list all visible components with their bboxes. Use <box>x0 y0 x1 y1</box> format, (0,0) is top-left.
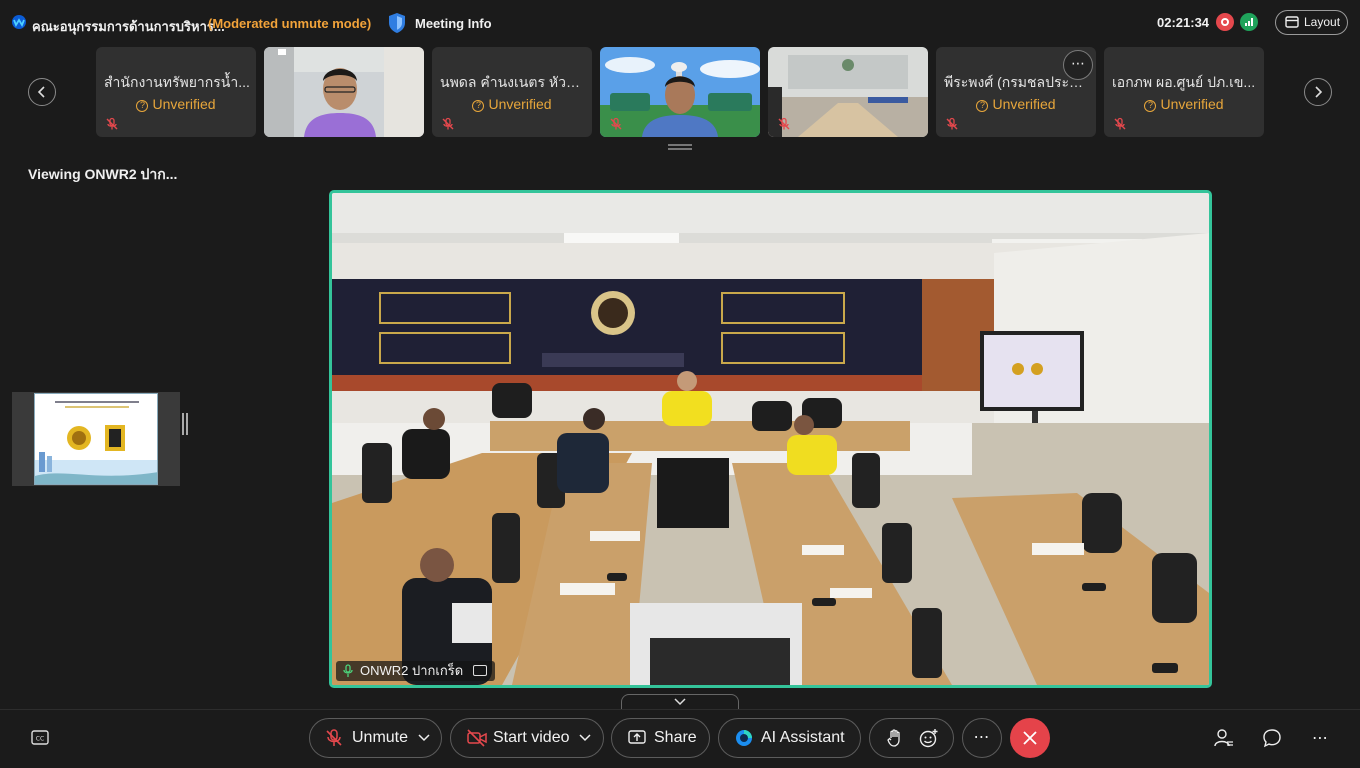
layout-icon <box>1285 16 1299 28</box>
chevron-down-icon[interactable] <box>418 734 430 742</box>
participant-tile[interactable]: สำนักงานทรัพยากรน้ำ... ? Unverified <box>96 47 256 137</box>
ai-assistant-button[interactable]: AI Assistant <box>718 718 861 758</box>
question-icon: ? <box>1144 100 1157 112</box>
participant-video-tile[interactable] <box>264 47 424 137</box>
top-bar: คณะอนุกรรมการด้านการบริหาร... (Moderated… <box>0 0 1360 46</box>
muted-mic-icon <box>106 117 118 130</box>
screen-share-icon <box>472 665 487 676</box>
main-video-stage[interactable]: ONWR2 ปากเกร็ด <box>329 190 1212 688</box>
webex-logo-icon <box>12 15 26 29</box>
chat-icon[interactable] <box>1262 728 1282 748</box>
panel-resize-handle[interactable] <box>182 413 188 435</box>
unmute-button[interactable]: Unmute <box>309 718 442 758</box>
ai-assistant-icon <box>736 730 752 746</box>
chevron-down-icon[interactable] <box>579 734 591 742</box>
closed-captions-icon[interactable]: CC <box>31 730 49 746</box>
strip-resize-handle[interactable] <box>668 144 692 150</box>
muted-mic-icon <box>946 117 958 130</box>
verification-status: ? Unverified <box>1104 96 1264 112</box>
share-button[interactable]: Share <box>611 718 710 758</box>
conference-room-video <box>332 193 1209 685</box>
participant-video <box>264 47 424 137</box>
chevron-left-icon <box>37 86 45 98</box>
moderated-mode-label: (Moderated unmute mode) <box>208 16 372 31</box>
recording-icon[interactable] <box>1216 13 1234 31</box>
muted-mic-icon <box>442 117 454 130</box>
meeting-title: คณะอนุกรรมการด้านการบริหาร... <box>32 19 225 34</box>
video-off-icon <box>467 729 487 747</box>
verification-status: ? Unverified <box>432 96 592 112</box>
question-icon: ? <box>136 100 149 112</box>
participant-video <box>600 47 760 137</box>
shared-slide <box>34 393 158 485</box>
participant-video-tile[interactable] <box>600 47 760 137</box>
participants-icon[interactable] <box>1214 728 1234 748</box>
participant-tile[interactable]: นพดล คำนงเนตร หัวห... ? Unverified <box>432 47 592 137</box>
participant-video-tile[interactable] <box>768 47 928 137</box>
slide-preview <box>35 394 157 484</box>
question-icon: ? <box>472 100 485 112</box>
strip-next-button[interactable] <box>1304 78 1332 106</box>
more-dots-icon: ⋯ <box>973 729 991 746</box>
layout-label: Layout <box>1304 15 1341 29</box>
verification-status: ? Unverified <box>936 96 1096 112</box>
chevron-down-icon <box>674 698 686 706</box>
start-video-label: Start video <box>493 729 570 746</box>
participant-more-button[interactable]: ⋯ <box>1063 50 1093 80</box>
share-screen-icon <box>628 730 646 744</box>
unmute-label: Unmute <box>352 729 409 746</box>
emoji-reaction-icon[interactable] <box>919 728 939 748</box>
raise-hand-icon[interactable] <box>887 729 903 747</box>
network-signal-icon[interactable] <box>1240 13 1258 31</box>
control-bar-divider <box>0 709 1360 710</box>
participant-tile[interactable]: เอกภพ ผอ.ศูนย์ ปภ.เข... ? Unverified <box>1104 47 1264 137</box>
svg-text:CC: CC <box>36 736 44 743</box>
participant-name: เอกภพ ผอ.ศูนย์ ปภ.เข... <box>1112 74 1256 90</box>
participant-name: นพดล คำนงเนตร หัวห... <box>440 74 586 90</box>
participant-name: สำนักงานทรัพยากรน้ำ... <box>104 74 250 90</box>
speaker-name-tag: ONWR2 ปากเกร็ด <box>336 661 495 681</box>
viewing-label: Viewing ONWR2 ปาก... <box>28 166 178 182</box>
ai-assistant-label: AI Assistant <box>761 729 845 746</box>
strip-prev-button[interactable] <box>28 78 56 106</box>
microphone-icon <box>343 664 353 677</box>
share-label: Share <box>654 729 697 746</box>
muted-mic-icon <box>778 117 790 130</box>
start-video-button[interactable]: Start video <box>450 718 604 758</box>
more-menu-icon[interactable]: ⋯ <box>1312 728 1328 748</box>
leave-meeting-button[interactable] <box>1010 718 1050 758</box>
participant-tile[interactable]: พีระพงศ์ (กรมชลประทาน ? Unverified ⋯ <box>936 47 1096 137</box>
question-icon: ? <box>976 100 989 112</box>
speaker-name: ONWR2 ปากเกร็ด <box>360 663 464 678</box>
muted-mic-icon <box>326 729 342 746</box>
meeting-info-button[interactable]: Meeting Info <box>415 16 492 31</box>
participant-video <box>768 47 928 137</box>
muted-mic-icon <box>610 117 622 130</box>
chevron-right-icon <box>1315 86 1323 98</box>
layout-button[interactable]: Layout <box>1275 10 1348 35</box>
close-icon <box>1023 731 1037 745</box>
muted-mic-icon <box>1114 117 1126 130</box>
collapse-controls-button[interactable] <box>621 694 739 710</box>
shared-content-thumbnail[interactable] <box>12 392 180 486</box>
reactions-group <box>869 718 954 758</box>
meeting-timer: 02:21:34 <box>1157 15 1210 30</box>
verification-status: ? Unverified <box>96 96 256 112</box>
shield-icon[interactable] <box>387 12 407 34</box>
more-options-button[interactable]: ⋯ <box>962 718 1002 758</box>
